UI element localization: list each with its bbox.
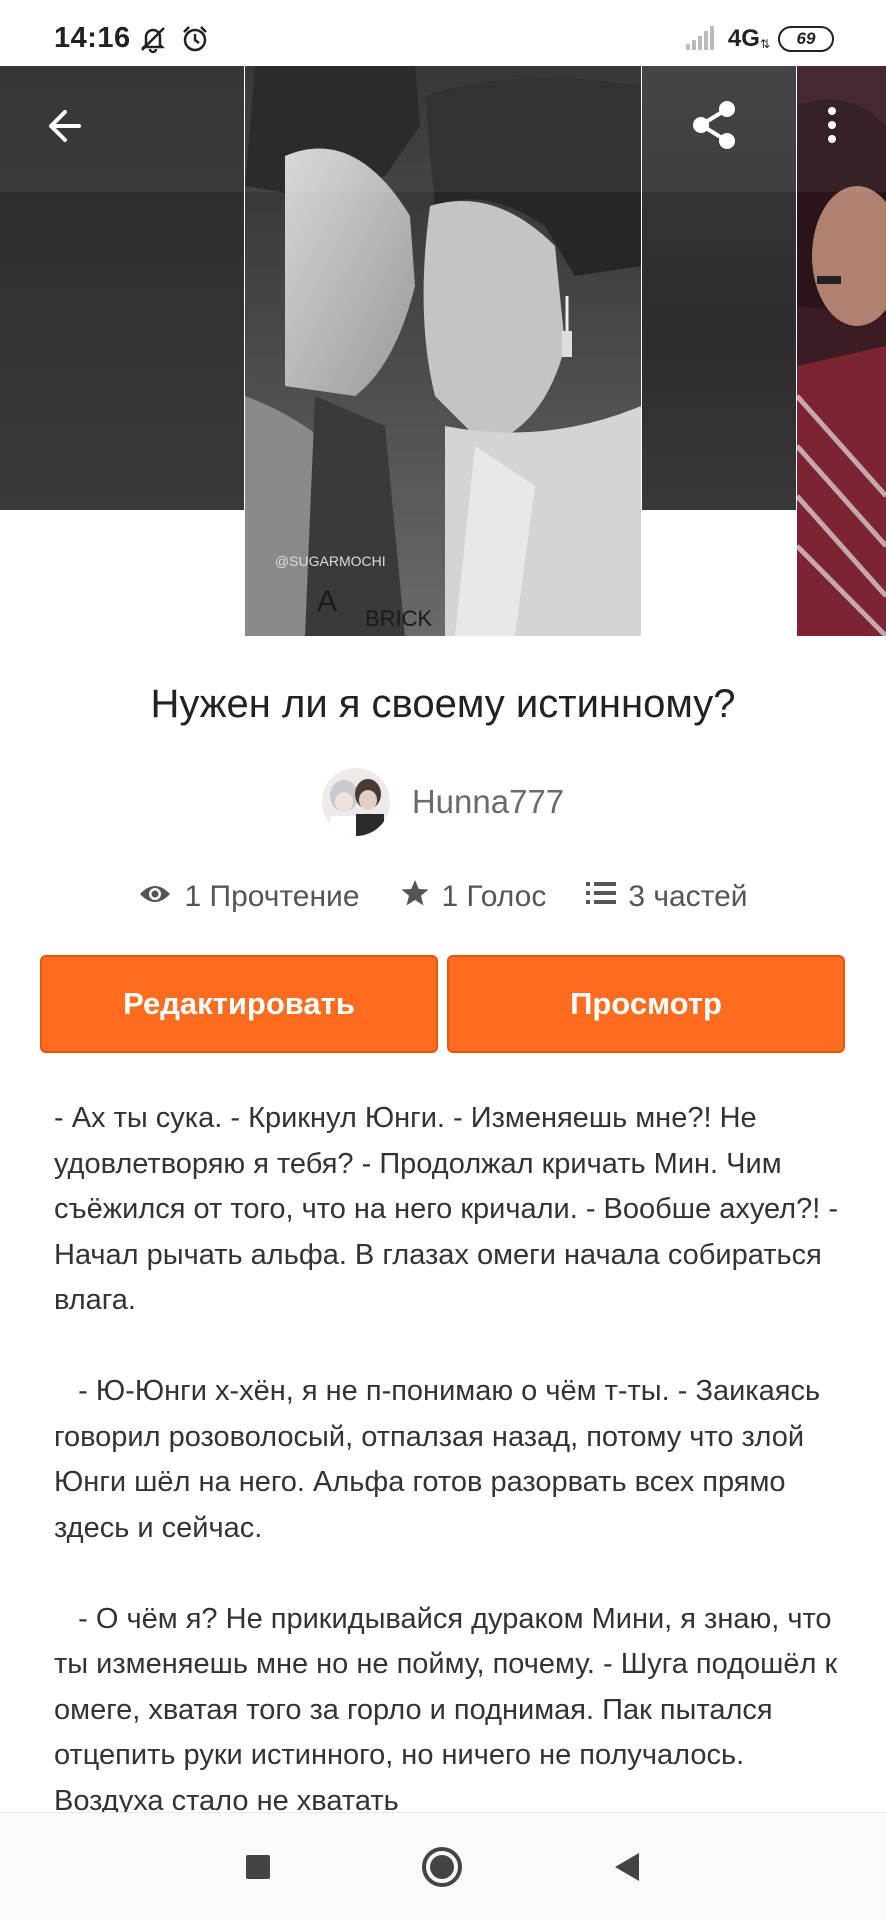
reads-stat: 1 Прочтение — [138, 880, 360, 914]
cover-caption-3: BRICK — [365, 606, 433, 631]
home-button[interactable] — [414, 1841, 470, 1897]
svg-text:@SUGARMOCHI: @SUGARMOCHI — [275, 553, 386, 569]
signal-icon — [685, 24, 720, 55]
cover-caption-1: @SUGARMOCHI — [275, 553, 386, 569]
story-title: Нужен ли я своему истинному? — [150, 682, 736, 726]
back-nav-button[interactable] — [598, 1841, 654, 1897]
parts-count: 3 частей — [628, 880, 748, 913]
battery-indicator: 69 — [778, 26, 834, 52]
author-name[interactable]: Hunna777 — [412, 783, 564, 821]
author-row[interactable]: Hunna777 — [0, 768, 886, 836]
author-avatar[interactable] — [321, 768, 390, 836]
more-vertical-icon — [825, 105, 839, 150]
eye-icon — [138, 880, 172, 914]
more-options-button[interactable] — [797, 92, 867, 162]
cover-carousel[interactable]: @SUGARMOCHI A BRICK — [0, 66, 886, 642]
cover-caption-2: A — [317, 585, 337, 618]
story-stats: 1 Прочтение 1 Голос 3 частей — [0, 878, 886, 916]
view-button[interactable]: Просмотр — [447, 955, 845, 1053]
list-icon — [586, 880, 617, 914]
square-icon — [244, 1853, 272, 1886]
alarm-icon — [180, 24, 210, 54]
votes-stat: 1 Голос — [400, 878, 547, 916]
arrow-left-icon — [43, 106, 83, 151]
parts-stat: 3 частей — [586, 880, 748, 914]
toolbar-scrim — [0, 66, 886, 192]
network-type: 4G — [727, 25, 760, 52]
star-icon — [400, 878, 430, 916]
recents-button[interactable] — [230, 1841, 286, 1897]
system-navigation-bar — [0, 1812, 886, 1920]
data-arrows-icon: ⇅ — [759, 37, 770, 51]
svg-text:BRICK: BRICK — [365, 606, 433, 631]
svg-text:A: A — [317, 585, 337, 618]
status-right-group: 4G ⇅ 69 — [685, 24, 834, 55]
votes-count: 1 Голос — [441, 880, 547, 913]
status-bar: 14:16 4G ⇅ 69 — [0, 0, 886, 66]
reads-count: 1 Прочтение — [184, 880, 360, 913]
share-icon — [687, 97, 743, 158]
edit-button[interactable]: Редактировать — [40, 955, 438, 1053]
notifications-muted-icon — [138, 24, 168, 54]
back-button[interactable] — [28, 93, 98, 163]
story-preview-text: - Ах ты сука. - Крикнул Юнги. - Изменяеш… — [54, 1102, 839, 1817]
triangle-back-icon — [611, 1851, 641, 1888]
share-button[interactable] — [680, 92, 750, 162]
status-time: 14:16 — [54, 22, 131, 54]
circle-icon — [420, 1845, 464, 1894]
